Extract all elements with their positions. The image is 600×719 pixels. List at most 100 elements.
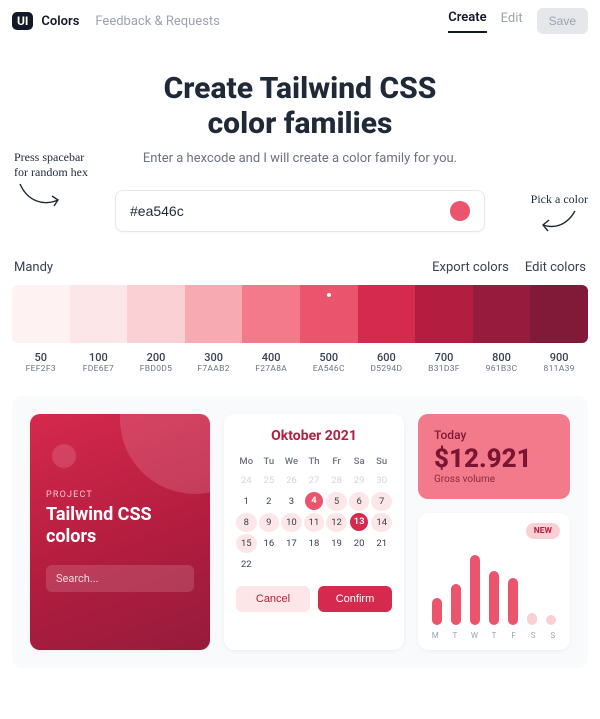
calendar-day[interactable]: 14 [371, 513, 392, 532]
calendar-day[interactable]: 10 [281, 513, 302, 532]
calendar-confirm-button[interactable]: Confirm [318, 586, 392, 612]
calendar-cancel-button[interactable]: Cancel [236, 586, 310, 612]
stat-value: $12.921 [434, 444, 554, 474]
swatch-50[interactable] [12, 285, 70, 343]
calendar-dow: Th [304, 454, 325, 469]
calendar-day[interactable]: 7 [371, 492, 392, 511]
calendar-day[interactable]: 18 [304, 534, 325, 553]
project-eyebrow: PROJECT [46, 490, 194, 500]
feedback-link[interactable]: Feedback & Requests [95, 14, 220, 29]
tab-edit[interactable]: Edit [501, 11, 523, 32]
swatch-row [12, 285, 588, 343]
save-button[interactable]: Save [537, 8, 588, 34]
chart-bar [470, 555, 480, 625]
swatch-800[interactable] [473, 285, 531, 343]
chart-card: NEW MTWTFSS [418, 513, 570, 650]
palette-name: Mandy [14, 260, 53, 275]
chart-bar-label: T [489, 631, 500, 640]
calendar-title: Oktober 2021 [236, 428, 392, 444]
new-badge: NEW [526, 523, 560, 539]
stat-card: Today $12.921 Gross volume [418, 414, 570, 499]
swatch-700[interactable] [415, 285, 473, 343]
calendar-day[interactable]: 8 [236, 513, 257, 532]
export-colors-link[interactable]: Export colors [432, 260, 509, 275]
arrow-icon [14, 180, 64, 214]
calendar-day[interactable]: 16 [259, 534, 280, 553]
calendar-dow: Sa [349, 454, 370, 469]
calendar-day[interactable]: 3 [281, 492, 302, 511]
swatch-label-800: 800961B3C [473, 351, 531, 374]
calendar-day[interactable]: 19 [326, 534, 347, 553]
decor-circle-icon [120, 414, 210, 494]
calendar-dow: Fr [326, 454, 347, 469]
calendar-day[interactable]: 4 [305, 492, 323, 510]
swatch-label-500: 500EA546C [300, 351, 358, 374]
chart-bar [527, 613, 537, 625]
calendar-day-prev[interactable]: 29 [349, 471, 370, 490]
edit-colors-link[interactable]: Edit colors [525, 260, 586, 275]
preview-panel: PROJECT Tailwind CSS colors Search... Ok… [12, 396, 588, 668]
calendar-day[interactable]: 13 [350, 513, 368, 531]
project-title: Tailwind CSS colors [46, 504, 194, 547]
bar-chart-labels: MTWTFSS [430, 631, 558, 640]
arrow-icon [537, 207, 581, 235]
swatch-100[interactable] [70, 285, 128, 343]
calendar-day-prev[interactable]: 26 [281, 471, 302, 490]
swatch-label-900: 900811A39 [530, 351, 588, 374]
chart-bar-label: S [528, 631, 539, 640]
hex-input[interactable] [130, 203, 450, 219]
preview-right-column: Today $12.921 Gross volume NEW MTWTFSS [418, 414, 570, 650]
color-picker-dot[interactable] [450, 201, 470, 221]
calendar-grid: MoTuWeThFrSaSu24252627282930123456789101… [236, 454, 392, 574]
tab-create[interactable]: Create [448, 10, 486, 33]
calendar-day[interactable]: 1 [236, 492, 257, 511]
swatch-400[interactable] [242, 285, 300, 343]
chart-bar [451, 584, 461, 625]
calendar-day[interactable]: 22 [236, 555, 257, 574]
annotation-pick-color: Pick a color [531, 192, 588, 239]
stat-label: Today [434, 428, 554, 442]
swatch-500[interactable] [300, 285, 358, 343]
calendar-day[interactable]: 21 [371, 534, 392, 553]
stat-sublabel: Gross volume [434, 474, 554, 485]
palette-header: Mandy Export colors Edit colors [0, 260, 600, 275]
swatch-200[interactable] [127, 285, 185, 343]
swatch-label-700: 700B31D3F [415, 351, 473, 374]
calendar-dow: We [281, 454, 302, 469]
calendar-dow: Su [371, 454, 392, 469]
calendar-day-prev[interactable]: 27 [304, 471, 325, 490]
chart-bar-label: W [469, 631, 480, 640]
calendar-day[interactable]: 5 [326, 492, 347, 511]
swatch-label-400: 400F27A8A [242, 351, 300, 374]
chart-bar-label: T [450, 631, 461, 640]
calendar-dow: Mo [236, 454, 257, 469]
calendar-day[interactable]: 15 [236, 534, 257, 553]
calendar-day[interactable]: 2 [259, 492, 280, 511]
calendar-day-prev[interactable]: 24 [236, 471, 257, 490]
project-card: PROJECT Tailwind CSS colors Search... [30, 414, 210, 650]
chart-bar-label: M [430, 631, 441, 640]
hex-input-container [115, 190, 485, 232]
calendar-day[interactable]: 6 [349, 492, 370, 511]
chart-bar [432, 598, 442, 625]
calendar-day-prev[interactable]: 25 [259, 471, 280, 490]
calendar-day[interactable]: 12 [326, 513, 347, 532]
calendar-day-prev[interactable]: 30 [371, 471, 392, 490]
swatch-labels: 50FEF2F3100FDE6E7200FBD0D5300F7AAB2400F2… [12, 351, 588, 374]
chart-bar-label: S [547, 631, 558, 640]
topbar-right: Create Edit Save [448, 8, 588, 34]
project-search-input[interactable]: Search... [46, 565, 194, 592]
page-subtitle: Enter a hexcode and I will create a colo… [0, 151, 600, 166]
swatch-600[interactable] [358, 285, 416, 343]
chart-bar [489, 571, 499, 625]
bar-chart [430, 547, 558, 625]
swatch-900[interactable] [530, 285, 588, 343]
swatch-300[interactable] [185, 285, 243, 343]
calendar-day-prev[interactable]: 28 [326, 471, 347, 490]
calendar-day[interactable]: 11 [304, 513, 325, 532]
logo-text: Colors [41, 14, 79, 29]
swatch-label-50: 50FEF2F3 [12, 351, 70, 374]
calendar-day[interactable]: 17 [281, 534, 302, 553]
calendar-day[interactable]: 20 [349, 534, 370, 553]
calendar-day[interactable]: 9 [259, 513, 280, 532]
